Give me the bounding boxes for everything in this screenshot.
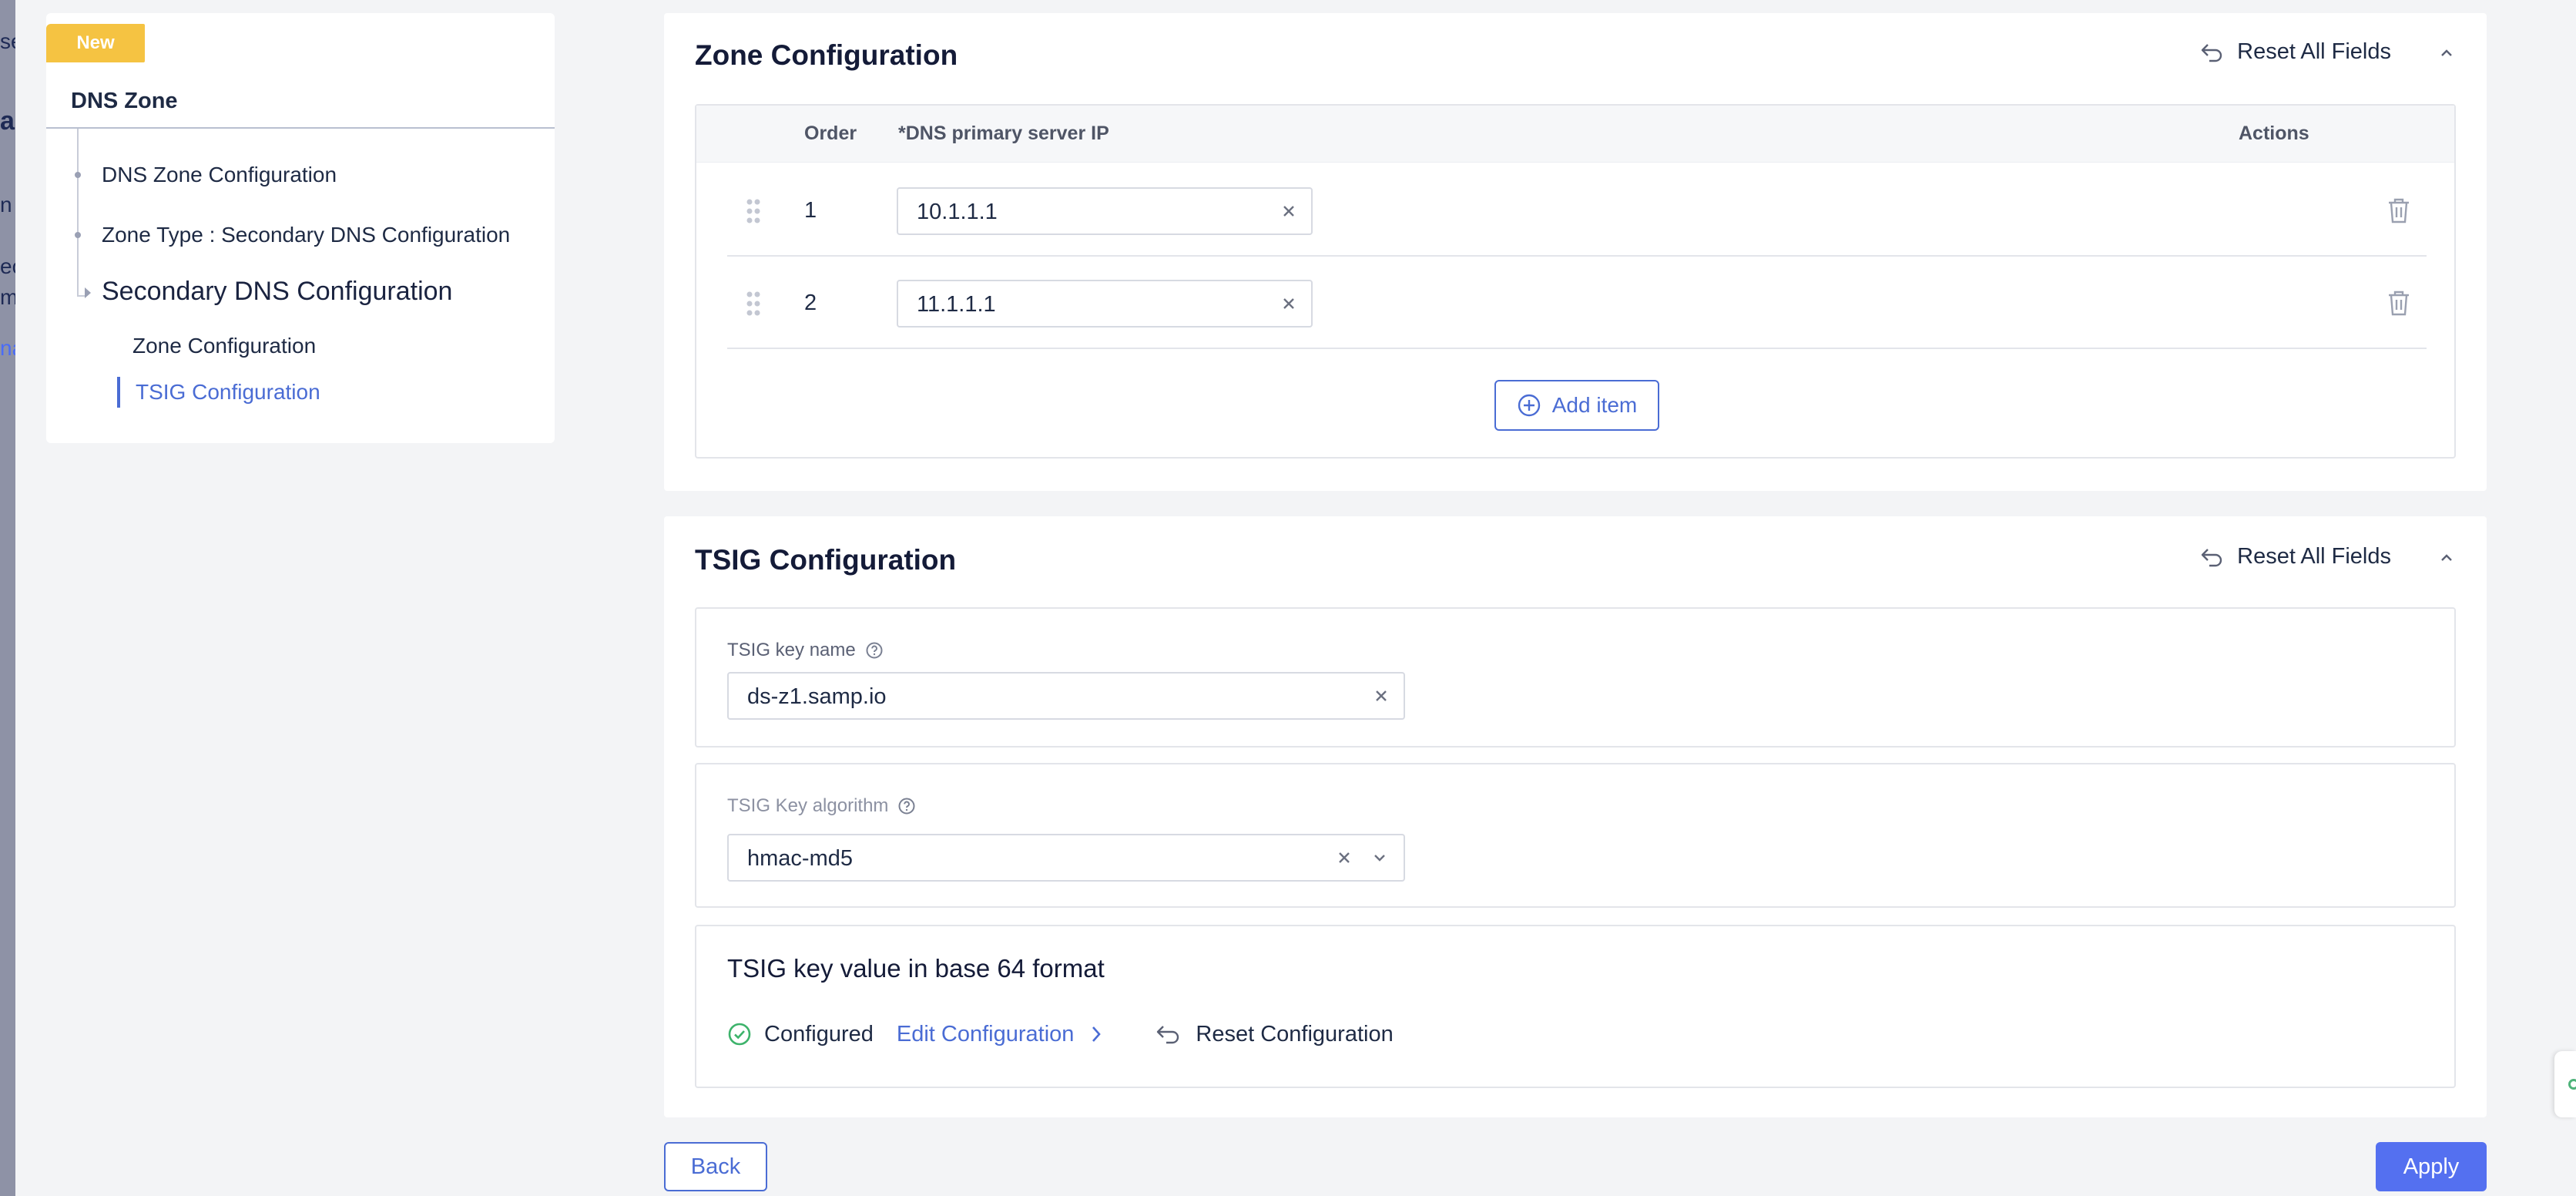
tree-node-dot [75,172,81,178]
tsig-key-algorithm-label: TSIG Key algorithm [727,795,889,816]
reset-configuration-label: Reset Configuration [1196,1021,1394,1046]
tree-node-dot [75,232,81,238]
active-indicator [117,377,120,408]
background-page-edge: se ag n l ec m na [0,0,15,1196]
nav-title: DNS Zone [71,89,178,113]
background-text: se [0,29,15,53]
help-widget-icon [2568,1079,2576,1090]
input-value: ds-z1.samp.io [747,684,887,709]
row-order: 2 [804,291,817,315]
delete-row-icon[interactable] [2386,197,2411,224]
tsig-key-name-label: TSIG key name [727,640,856,660]
tsig-key-algorithm-select[interactable]: hmac-md5 [727,834,1405,882]
tree-expand-arrow-icon [85,287,91,298]
background-text: na [0,336,15,360]
primary-server-ip-input[interactable]: 10.1.1.1 [897,187,1313,235]
column-header-actions: Actions [2239,123,2309,144]
nav-item-tsig-configuration[interactable]: TSIG Configuration [136,380,320,405]
help-icon[interactable] [865,641,884,660]
reset-all-fields-button[interactable]: Reset All Fields [2200,39,2391,65]
input-value: 11.1.1.1 [917,292,996,317]
tsig-configuration-section: TSIG Configuration Reset All Fields TSIG… [664,516,2487,1117]
tsig-key-value-heading: TSIG key value in base 64 format [727,954,1105,983]
clear-icon[interactable] [1280,295,1297,312]
background-text: n l [0,193,15,217]
tsig-key-value-box: TSIG key value in base 64 format Configu… [695,925,2456,1088]
background-text: m [0,285,15,309]
section-title: Zone Configuration [695,39,958,71]
tsig-key-name-input[interactable]: ds-z1.samp.io [727,672,1405,720]
back-button[interactable]: Back [664,1142,767,1191]
new-badge: New [46,24,145,62]
drag-handle-icon[interactable] [746,291,761,317]
undo-icon [1157,1026,1179,1044]
background-text: ec [0,254,15,278]
background-text: ag [0,106,15,136]
column-header-order: Order [804,123,857,144]
undo-icon [2201,43,2222,62]
help-icon[interactable] [897,797,916,815]
apply-button[interactable]: Apply [2376,1142,2487,1191]
clear-icon[interactable] [1336,849,1353,866]
row-order: 1 [804,198,817,223]
table-header: Order *DNS primary server IP Actions [696,106,2454,163]
add-item-button[interactable]: Add item [1494,380,1659,431]
tree-connector [77,129,79,295]
collapse-chevron-up-icon[interactable] [2437,44,2456,62]
table-row: 2 11.1.1.1 [727,257,2427,349]
table-row: 1 10.1.1.1 [727,164,2427,257]
nav-item-secondary-dns-configuration[interactable]: Secondary DNS Configuration [102,277,452,307]
delete-row-icon[interactable] [2386,289,2411,317]
field-label: TSIG key name [727,640,884,661]
undo-icon [2201,548,2222,566]
clear-icon[interactable] [1280,203,1297,220]
primary-server-table: Order *DNS primary server IP Actions 1 1… [695,104,2456,459]
reset-all-fields-label: Reset All Fields [2237,39,2391,64]
section-title: TSIG Configuration [695,544,957,576]
configured-status: Configured [764,1021,874,1046]
input-value: 10.1.1.1 [917,200,998,224]
zone-configuration-section: Zone Configuration Reset All Fields Orde… [664,13,2487,491]
side-help-widget[interactable] [2554,1051,2576,1117]
section-navigator: New DNS Zone DNS Zone Configuration Zone… [46,13,555,443]
nav-item-dns-zone-configuration[interactable]: DNS Zone Configuration [102,163,337,187]
check-circle-icon [728,1023,751,1046]
collapse-chevron-up-icon[interactable] [2437,549,2456,567]
chevron-right-icon [1092,1026,1102,1042]
nav-divider [46,127,555,129]
nav-item-zone-type[interactable]: Zone Type : Secondary DNS Configuration [102,223,510,247]
nav-item-zone-configuration[interactable]: Zone Configuration [132,334,316,358]
clear-icon[interactable] [1373,687,1390,704]
chevron-down-icon[interactable] [1371,849,1388,866]
drag-handle-icon[interactable] [746,198,761,224]
plus-circle-icon [1518,394,1540,417]
column-header-ip: *DNS primary server IP [898,123,1109,144]
primary-server-ip-input[interactable]: 11.1.1.1 [897,280,1313,328]
reset-configuration-button[interactable]: Reset Configuration [1156,1021,1394,1047]
edit-configuration-link[interactable]: Edit Configuration [897,1022,1102,1047]
configuration-status-row: Configured Edit Configuration Reset Conf… [727,1019,1394,1050]
edit-configuration-label: Edit Configuration [896,1021,1075,1046]
selected-value: hmac-md5 [747,846,853,871]
tsig-key-name-box: TSIG key name ds-z1.samp.io [695,607,2456,748]
tsig-key-algorithm-box: TSIG Key algorithm hmac-md5 [695,763,2456,908]
reset-all-fields-button[interactable]: Reset All Fields [2200,544,2391,569]
field-label: TSIG Key algorithm [727,795,916,817]
add-item-label: Add item [1551,393,1638,417]
reset-all-fields-label: Reset All Fields [2237,544,2391,569]
